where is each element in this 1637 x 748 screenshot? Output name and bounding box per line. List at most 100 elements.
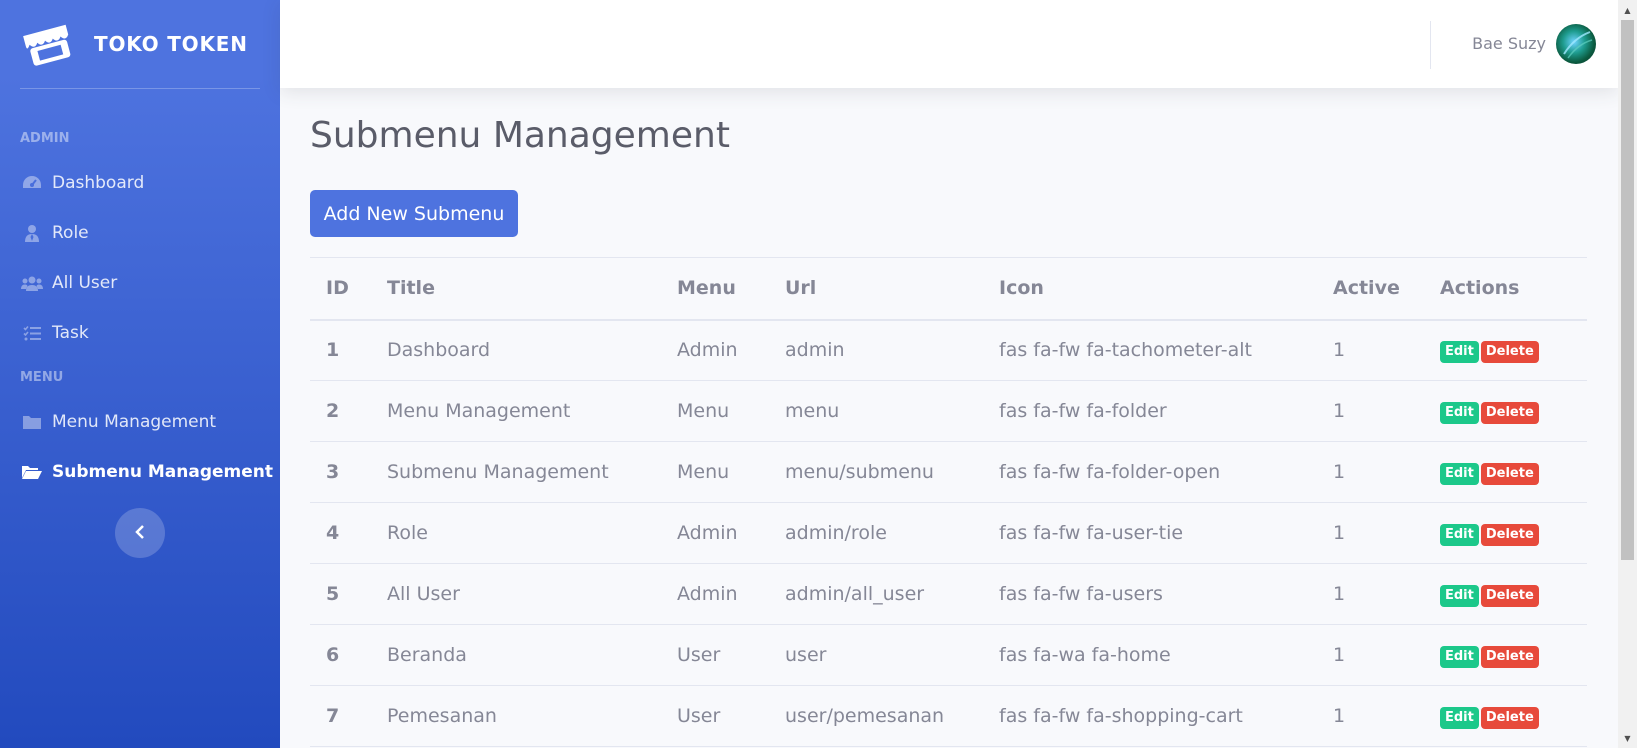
cell-url: user/pemesanan bbox=[769, 685, 983, 747]
sidebar-item-menu-management[interactable]: Menu Management bbox=[0, 397, 280, 447]
chevron-left-icon bbox=[135, 524, 145, 543]
sidebar-item-role[interactable]: Role bbox=[0, 208, 280, 258]
cell-icon: fas fa-fw fa-users bbox=[983, 563, 1317, 625]
cell-menu: Admin bbox=[661, 563, 769, 625]
cell-id: 2 bbox=[310, 380, 371, 442]
cell-title: Role bbox=[371, 502, 661, 564]
edit-button[interactable]: Edit bbox=[1440, 340, 1479, 363]
topbar-divider bbox=[1430, 21, 1431, 69]
cell-active: 1 bbox=[1317, 380, 1424, 442]
delete-button[interactable]: Delete bbox=[1480, 584, 1539, 607]
cell-url: user bbox=[769, 624, 983, 686]
cell-id: 4 bbox=[310, 502, 371, 564]
cell-icon: fas fa-fw fa-user-tie bbox=[983, 502, 1317, 564]
scroll-up-icon[interactable]: ▲ bbox=[1618, 2, 1637, 18]
cell-icon: fas fa-fw fa-folder bbox=[983, 380, 1317, 442]
cell-url: admin/all_user bbox=[769, 563, 983, 625]
cell-active: 1 bbox=[1317, 441, 1424, 503]
cell-icon: fas fa-fw fa-folder-open bbox=[983, 441, 1317, 503]
vertical-scrollbar[interactable]: ▲ ▼ bbox=[1618, 0, 1637, 748]
store-icon bbox=[22, 22, 74, 66]
sidebar-item-label: Task bbox=[52, 323, 89, 343]
cell-active: 1 bbox=[1317, 624, 1424, 686]
column-header-title[interactable]: Title bbox=[371, 257, 661, 321]
user-name[interactable]: Bae Suzy bbox=[1472, 34, 1546, 53]
delete-button[interactable]: Delete bbox=[1480, 645, 1539, 668]
topbar: Bae Suzy bbox=[280, 0, 1618, 88]
scroll-thumb[interactable] bbox=[1621, 20, 1634, 560]
table-row: 4 Role Admin admin/role fas fa-fw fa-user-ti… bbox=[310, 502, 1587, 564]
sidebar-item-submenu-management[interactable]: Submenu Management bbox=[0, 447, 280, 497]
cell-title: Submenu Management bbox=[371, 441, 661, 503]
add-new-submenu-button[interactable]: Add New Submenu bbox=[310, 190, 518, 237]
brand-name: TOKO TOKEN bbox=[94, 32, 248, 56]
edit-button[interactable]: Edit bbox=[1440, 462, 1479, 485]
cell-actions: Edit Delete bbox=[1424, 685, 1587, 747]
table-body: 1 Dashboard Admin admin fas fa-fw fa-tachome… bbox=[310, 319, 1587, 747]
avatar[interactable] bbox=[1556, 24, 1596, 64]
user-tie-icon bbox=[20, 223, 44, 243]
sidebar-item-label: Menu Management bbox=[52, 412, 217, 432]
column-header-id[interactable]: ID bbox=[310, 257, 371, 321]
cell-url: admin/role bbox=[769, 502, 983, 564]
cell-active: 1 bbox=[1317, 563, 1424, 625]
cell-url: menu/submenu bbox=[769, 441, 983, 503]
sidebar-item-label: Submenu Management bbox=[52, 462, 274, 482]
column-header-active[interactable]: Active bbox=[1317, 257, 1424, 321]
section-heading-admin: ADMIN bbox=[20, 131, 70, 146]
page-title: Submenu Management bbox=[310, 115, 730, 156]
cell-menu: User bbox=[661, 624, 769, 686]
cell-url: menu bbox=[769, 380, 983, 442]
cell-menu: Menu bbox=[661, 380, 769, 442]
users-icon bbox=[20, 273, 44, 293]
cell-id: 6 bbox=[310, 624, 371, 686]
cell-id: 3 bbox=[310, 441, 371, 503]
column-header-actions: Actions bbox=[1424, 257, 1587, 321]
column-header-url[interactable]: Url bbox=[769, 257, 983, 321]
sidebar-item-label: Dashboard bbox=[52, 173, 145, 193]
sidebar-item-label: All User bbox=[52, 273, 118, 293]
column-header-menu[interactable]: Menu bbox=[661, 257, 769, 321]
sidebar-item-dashboard[interactable]: Dashboard bbox=[0, 158, 280, 208]
cell-menu: Menu bbox=[661, 441, 769, 503]
brand[interactable]: TOKO TOKEN bbox=[0, 0, 280, 88]
cell-title: Dashboard bbox=[371, 319, 661, 381]
column-header-icon[interactable]: Icon bbox=[983, 257, 1317, 321]
sidebar: TOKO TOKEN ADMIN Dashboard Role All User… bbox=[0, 0, 280, 748]
cell-menu: Admin bbox=[661, 502, 769, 564]
cell-actions: Edit Delete bbox=[1424, 563, 1587, 625]
cell-title: Beranda bbox=[371, 624, 661, 686]
cell-icon: fas fa-fw fa-shopping-cart bbox=[983, 685, 1317, 747]
delete-button[interactable]: Delete bbox=[1480, 462, 1539, 485]
tasks-icon bbox=[20, 323, 44, 343]
scroll-down-icon[interactable]: ▼ bbox=[1618, 730, 1637, 746]
edit-button[interactable]: Edit bbox=[1440, 706, 1479, 729]
cell-actions: Edit Delete bbox=[1424, 502, 1587, 564]
cell-actions: Edit Delete bbox=[1424, 624, 1587, 686]
edit-button[interactable]: Edit bbox=[1440, 523, 1479, 546]
delete-button[interactable]: Delete bbox=[1480, 706, 1539, 729]
table-row: 1 Dashboard Admin admin fas fa-fw fa-tachome… bbox=[310, 319, 1587, 381]
cell-icon: fas fa-wa fa-home bbox=[983, 624, 1317, 686]
cell-active: 1 bbox=[1317, 685, 1424, 747]
edit-button[interactable]: Edit bbox=[1440, 645, 1479, 668]
edit-button[interactable]: Edit bbox=[1440, 584, 1479, 607]
sidebar-toggle-button[interactable] bbox=[115, 508, 165, 558]
delete-button[interactable]: Delete bbox=[1480, 523, 1539, 546]
submenu-table: ID Title Menu Url Icon Active Actions 1 D… bbox=[310, 257, 1587, 747]
table-row: 2 Menu Management Menu menu fas fa-fw fa-fol… bbox=[310, 380, 1587, 442]
delete-button[interactable]: Delete bbox=[1480, 340, 1539, 363]
sidebar-item-all-user[interactable]: All User bbox=[0, 258, 280, 308]
cell-icon: fas fa-fw fa-tachometer-alt bbox=[983, 319, 1317, 381]
delete-button[interactable]: Delete bbox=[1480, 401, 1539, 424]
folder-icon bbox=[20, 412, 44, 432]
cell-url: admin bbox=[769, 319, 983, 381]
table-row: 3 Submenu Management Menu menu/submenu fas f… bbox=[310, 441, 1587, 503]
cell-title: Menu Management bbox=[371, 380, 661, 442]
edit-button[interactable]: Edit bbox=[1440, 401, 1479, 424]
cell-active: 1 bbox=[1317, 319, 1424, 381]
sidebar-item-task[interactable]: Task bbox=[0, 308, 280, 358]
cell-actions: Edit Delete bbox=[1424, 319, 1587, 381]
section-heading-menu: MENU bbox=[20, 370, 64, 385]
table-row: 6 Beranda User user fas fa-wa fa-home 1 Edit De… bbox=[310, 624, 1587, 686]
